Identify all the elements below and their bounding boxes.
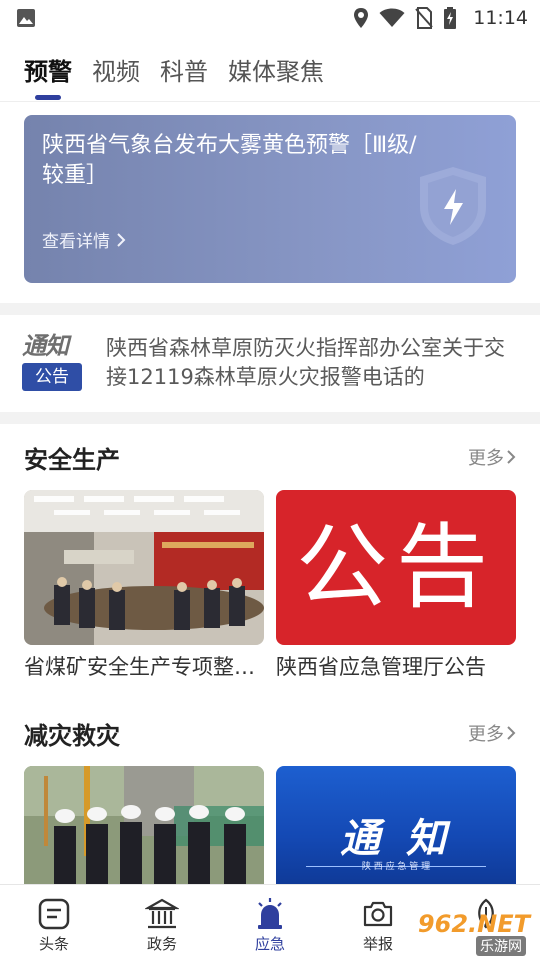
notice-logo-title: 通知: [22, 332, 69, 360]
camera-icon: [363, 901, 393, 927]
notice-text: 陕西省森林草原防灭火指挥部办公室关于交接12119森林草原火灾报警电话的: [106, 336, 505, 389]
watermark-subtext: 乐游网: [476, 936, 526, 956]
tab-media-focus[interactable]: 媒体聚焦: [228, 40, 324, 102]
section-divider: [0, 303, 540, 315]
tab-warning[interactable]: 预警: [24, 40, 72, 102]
chevron-right-icon: [507, 450, 516, 464]
wifi-icon: [379, 8, 405, 27]
news-caption: 省煤矿安全生产专项整治三年行动: [24, 655, 264, 679]
news-caption: 陕西省应急管理厅公告: [276, 655, 486, 679]
section-header-disaster-relief: 减灾救灾 更多: [24, 716, 516, 756]
site-inspection-photo: [24, 766, 264, 884]
news-card[interactable]: 省煤矿安全生产专项整治三年行动: [24, 490, 264, 681]
no-sim-icon: [415, 7, 433, 29]
notice-banner[interactable]: 通知 公告 陕西省森林草原防灭火指挥部办公室关于交接12119森林草原火灾报警电…: [0, 315, 540, 410]
view-details-link[interactable]: 查看详情: [42, 227, 126, 252]
more-link[interactable]: 更多: [468, 444, 516, 470]
announcement-banner: 公告: [276, 490, 516, 645]
nav-label: 头条: [38, 935, 69, 953]
section-title: 安全生产: [24, 446, 120, 474]
notice-banner-image: 通 知 陕 西 应 急 管 理: [276, 766, 516, 884]
news-card[interactable]: 公告 陕西省应急管理厅公告: [276, 490, 516, 681]
section-header-safety: 安全生产 更多: [24, 440, 516, 480]
notice-logo: 通知 公告: [22, 331, 84, 391]
chevron-right-icon: [117, 232, 126, 247]
tab-video[interactable]: 视频: [92, 40, 140, 102]
more-label: 更多: [468, 448, 504, 469]
news-card[interactable]: [24, 766, 264, 890]
notice-banner-title: 通 知: [340, 816, 452, 862]
tab-science[interactable]: 科普: [160, 40, 208, 102]
more-link[interactable]: 更多: [468, 720, 516, 746]
clock: 11:14: [473, 7, 528, 29]
nav-headline[interactable]: 头条: [0, 885, 108, 960]
news-card[interactable]: 通 知 陕 西 应 急 管 理: [276, 766, 516, 890]
headline-icon: [38, 898, 70, 930]
nav-government[interactable]: 政务: [108, 885, 216, 960]
siren-icon: [258, 898, 282, 929]
warning-title: 陕西省气象台发布大雾黄色预警［Ⅲ级/较重］: [42, 133, 417, 188]
section-title: 减灾救灾: [24, 722, 120, 750]
nav-label: 应急: [254, 935, 285, 953]
category-tabs: 预警 视频 科普 媒体聚焦: [0, 40, 540, 102]
image-notification-icon: [17, 9, 35, 27]
nav-label: 政务: [146, 935, 177, 953]
government-icon: [145, 898, 179, 929]
battery-icon: [444, 7, 457, 29]
more-label: 更多: [468, 724, 504, 745]
nav-emergency[interactable]: 应急: [216, 885, 324, 960]
section-divider: [0, 412, 540, 424]
notice-banner-subtitle: 陕 西 应 急 管 理: [361, 862, 431, 872]
site-watermark: 962.NET 乐游网: [394, 910, 534, 956]
location-icon: [354, 8, 369, 28]
notice-logo-badge: 公告: [22, 363, 82, 391]
watermark-text: 962.NET: [417, 910, 530, 938]
warning-card[interactable]: 陕西省气象台发布大雾黄色预警［Ⅲ级/较重］ 查看详情: [24, 115, 516, 283]
nav-label: 举报: [362, 935, 393, 953]
status-icons: 11:14: [353, 0, 528, 36]
announcement-banner-text: 公告: [295, 514, 496, 621]
meeting-photo: [24, 490, 264, 645]
lightning-shield-icon: [420, 167, 486, 245]
chevron-right-icon: [507, 726, 516, 740]
view-details-label: 查看详情: [42, 232, 110, 252]
status-bar: 11:14: [0, 0, 540, 36]
